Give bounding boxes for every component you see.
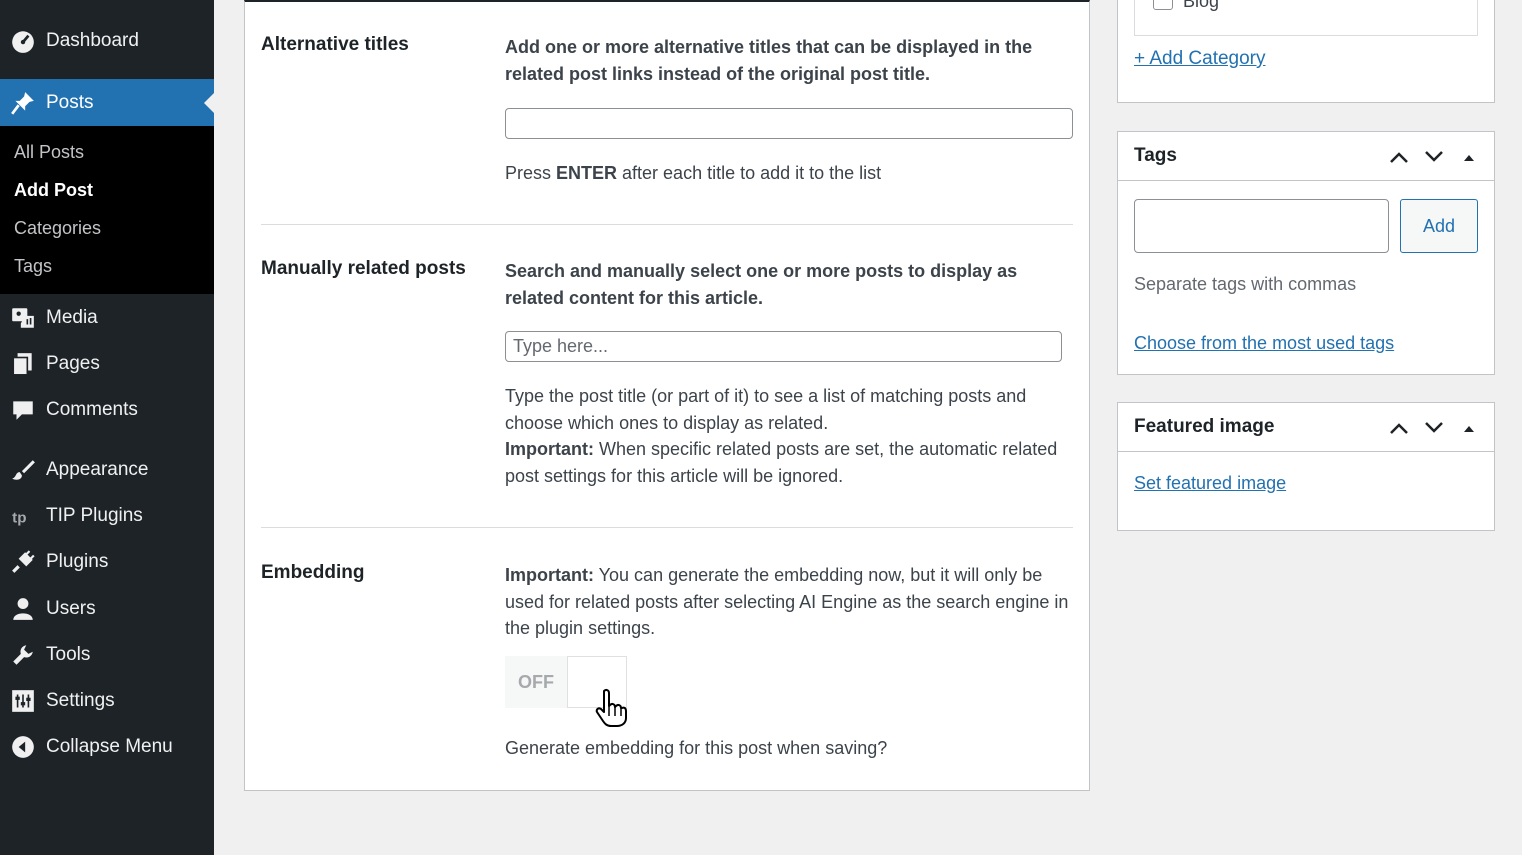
- tags-box-header: Tags: [1118, 132, 1494, 181]
- menu-item-comments[interactable]: Comments: [0, 392, 214, 428]
- embedding-body: Important: You can generate the embeddin…: [505, 562, 1073, 642]
- menu-label-posts: Posts: [46, 91, 94, 113]
- new-tag-input[interactable]: [1134, 199, 1389, 253]
- brush-icon: [0, 457, 46, 483]
- manual-related-important-label: Important:: [505, 439, 594, 459]
- section-divider: [261, 224, 1073, 225]
- chevron-up-icon[interactable]: [1381, 421, 1416, 435]
- dashboard-icon: [0, 28, 46, 54]
- manual-related-help: Type the post title (or part of it) to s…: [505, 386, 1027, 433]
- alt-titles-label: Alternative titles: [261, 34, 409, 55]
- menu-label-tools: Tools: [46, 644, 91, 665]
- alt-titles-help-key: ENTER: [556, 163, 618, 183]
- embedding-label: Embedding: [261, 562, 365, 583]
- menu-item-tip-plugins[interactable]: tp TIP Plugins: [0, 498, 214, 534]
- menu-item-pages[interactable]: Pages: [0, 346, 214, 382]
- section-divider: [261, 527, 1073, 528]
- menu-label-collapse: Collapse Menu: [46, 736, 173, 757]
- menu-item-appearance[interactable]: Appearance: [0, 452, 214, 488]
- tip-icon: tp: [0, 503, 46, 529]
- featured-image-box: Featured image Set featured image: [1117, 402, 1495, 531]
- menu-item-plugins[interactable]: Plugins: [0, 544, 214, 580]
- related-posts-metabox: Alternative titles Add one or more alter…: [244, 0, 1090, 791]
- category-label-blog: Blog: [1183, 0, 1220, 11]
- menu-item-settings[interactable]: Settings: [0, 683, 214, 719]
- add-tag-button[interactable]: Add: [1400, 199, 1478, 253]
- toggle-off-label: OFF: [505, 656, 567, 708]
- menu-label-tip-plugins: TIP Plugins: [46, 505, 143, 526]
- featured-box-header: Featured image: [1118, 403, 1494, 452]
- menu-item-users[interactable]: Users: [0, 591, 214, 627]
- manual-related-important: Important: When specific related posts a…: [505, 436, 1073, 489]
- caret-up-icon[interactable]: [1451, 423, 1486, 433]
- add-category-link[interactable]: + Add Category: [1134, 48, 1266, 70]
- manual-related-description: Search and manually select one or more p…: [505, 261, 1018, 308]
- wrench-icon: [0, 642, 46, 668]
- featured-box-controls: [1381, 403, 1486, 452]
- menu-label-users: Users: [46, 598, 96, 619]
- caret-up-icon[interactable]: [1451, 152, 1486, 162]
- embedding-help: Generate embedding for this post when sa…: [505, 738, 888, 758]
- embedding-important: Important: You can generate the embeddin…: [505, 562, 1073, 642]
- user-icon: [0, 596, 46, 622]
- menu-label-dashboard: Dashboard: [46, 30, 139, 51]
- category-checkbox[interactable]: [1153, 0, 1173, 10]
- manual-related-label: Manually related posts: [261, 258, 466, 279]
- tags-box: Tags Add Separate tags with commas Choos…: [1117, 131, 1495, 375]
- set-featured-image-link[interactable]: Set featured image: [1134, 473, 1286, 494]
- alt-titles-description: Add one or more alternative titles that …: [505, 37, 1033, 84]
- category-list: Blog: [1134, 0, 1478, 36]
- plugin-icon: [0, 549, 46, 575]
- submenu-categories[interactable]: Categories: [14, 218, 101, 239]
- settings-icon: [0, 688, 46, 714]
- tags-box-controls: [1381, 132, 1486, 181]
- menu-label-settings: Settings: [46, 690, 115, 711]
- menu-item-collapse[interactable]: Collapse Menu: [0, 729, 214, 765]
- tags-help-text: Separate tags with commas: [1134, 274, 1357, 294]
- menu-label-pages: Pages: [46, 353, 100, 374]
- menu-label-plugins: Plugins: [46, 551, 109, 572]
- menu-label-comments: Comments: [46, 399, 138, 420]
- hand-cursor-icon: [595, 688, 627, 727]
- related-posts-search-input[interactable]: [505, 331, 1062, 362]
- menu-item-media[interactable]: Media: [0, 300, 214, 336]
- alt-titles-input[interactable]: [505, 108, 1073, 139]
- alt-titles-body: Add one or more alternative titles that …: [505, 34, 1073, 187]
- menu-label-media: Media: [46, 307, 98, 328]
- menu-item-posts[interactable]: Posts: [0, 79, 214, 126]
- svg-text:tp: tp: [12, 510, 26, 527]
- chevron-up-icon[interactable]: [1381, 150, 1416, 164]
- collapse-icon: [0, 734, 46, 760]
- chevron-down-icon[interactable]: [1416, 421, 1451, 435]
- alt-titles-help-post: after each title to add it to the list: [617, 163, 882, 183]
- comments-icon: [0, 397, 46, 423]
- manual-related-body: Search and manually select one or more p…: [505, 258, 1073, 489]
- posts-submenu: All Posts Add Post Categories Tags: [0, 126, 214, 294]
- menu-label-appearance: Appearance: [46, 459, 149, 480]
- pin-icon: [0, 90, 46, 116]
- alt-titles-help-pre: Press: [505, 163, 557, 183]
- choose-tags-link[interactable]: Choose from the most used tags: [1134, 333, 1394, 354]
- featured-box-title: Featured image: [1134, 416, 1275, 437]
- categories-box: Blog + Add Category: [1117, 0, 1495, 103]
- submenu-tags[interactable]: Tags: [14, 256, 52, 277]
- menu-item-dashboard[interactable]: Dashboard: [0, 18, 214, 64]
- menu-item-tools[interactable]: Tools: [0, 637, 214, 673]
- admin-sidebar: Dashboard Posts All Posts Add Post Categ…: [0, 0, 214, 855]
- submenu-all-posts[interactable]: All Posts: [14, 142, 84, 163]
- submenu-add-post[interactable]: Add Post: [14, 180, 93, 201]
- media-icon: [0, 305, 46, 331]
- chevron-down-icon[interactable]: [1416, 150, 1451, 164]
- alt-titles-help: Press ENTER after each title to add it t…: [505, 160, 1073, 187]
- tags-box-title: Tags: [1134, 145, 1177, 166]
- embedding-important-label: Important:: [505, 565, 594, 585]
- pages-icon: [0, 351, 46, 377]
